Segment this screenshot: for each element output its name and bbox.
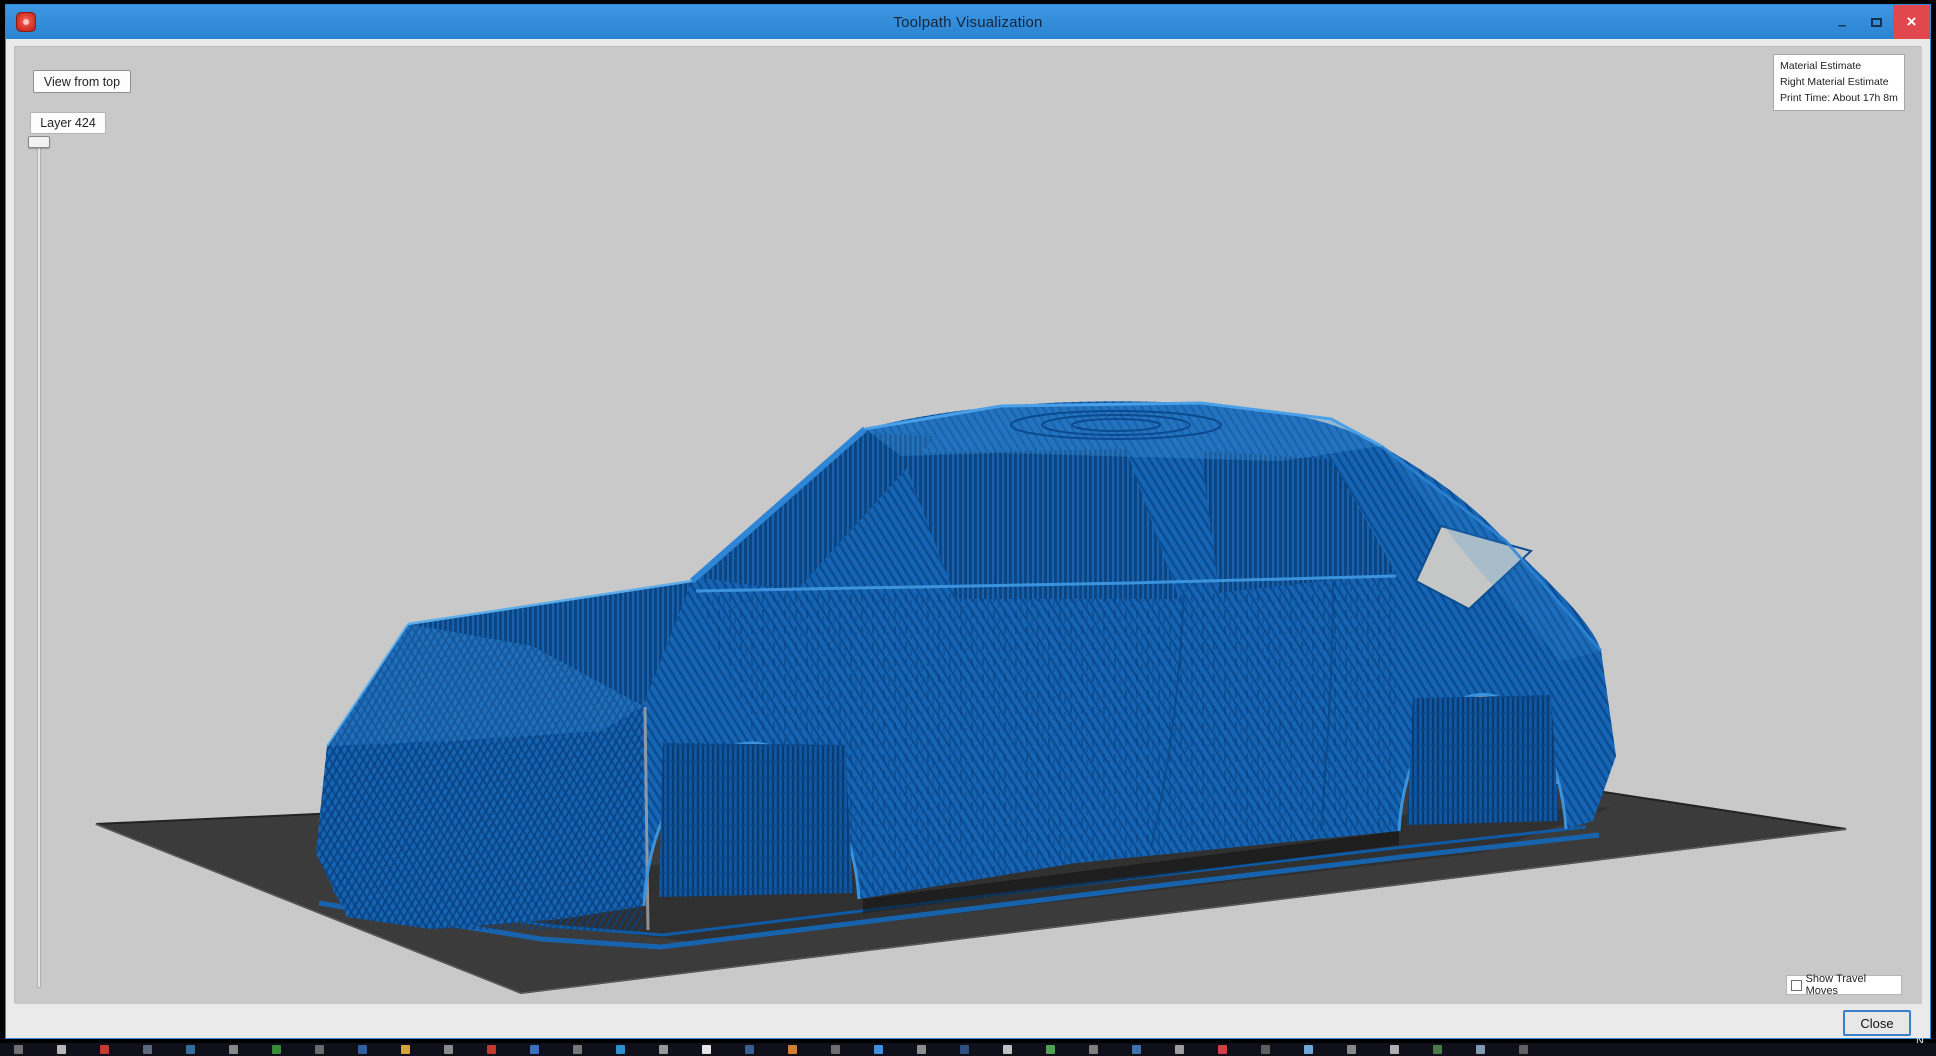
taskbar-icon[interactable] xyxy=(831,1045,840,1054)
taskbar-icon[interactable] xyxy=(229,1045,238,1054)
taskbar-icon[interactable] xyxy=(1132,1045,1141,1054)
taskbar-icon[interactable] xyxy=(960,1045,969,1054)
taskbar-icon[interactable] xyxy=(874,1045,883,1054)
layer-slider-track[interactable] xyxy=(37,142,41,988)
window-title: Toolpath Visualization xyxy=(893,13,1043,31)
minimize-icon: – xyxy=(1837,16,1847,34)
taskbar-icon[interactable] xyxy=(1261,1045,1270,1054)
taskbar-icon[interactable] xyxy=(917,1045,926,1054)
taskbar-icon[interactable] xyxy=(1347,1045,1356,1054)
close-window-button[interactable]: × xyxy=(1893,5,1930,39)
taskbar-icon[interactable] xyxy=(143,1045,152,1054)
taskbar-icon[interactable] xyxy=(1433,1045,1442,1054)
front-wheel-support-structure xyxy=(659,743,853,897)
taskbar-icon[interactable] xyxy=(186,1045,195,1054)
taskbar-icon[interactable] xyxy=(358,1045,367,1054)
restore-icon xyxy=(1870,17,1882,27)
taskbar[interactable] xyxy=(0,1043,1936,1056)
close-button-label: Close xyxy=(1860,1015,1894,1031)
desktop: { "window": { "title": "Toolpath Visuali… xyxy=(0,0,1936,1056)
travel-moves-label: Show Travel Moves xyxy=(1805,973,1867,997)
taskbar-icon[interactable] xyxy=(14,1045,23,1054)
taskbar-icon[interactable] xyxy=(1304,1045,1313,1054)
taskbar-icon[interactable] xyxy=(401,1045,410,1054)
taskbar-icon[interactable] xyxy=(100,1045,109,1054)
taskbar-icon[interactable] xyxy=(1175,1045,1184,1054)
taskbar-icon[interactable] xyxy=(57,1045,66,1054)
taskbar-icon[interactable] xyxy=(530,1045,539,1054)
taskbar-icon[interactable] xyxy=(1476,1045,1485,1054)
taskbar-icon[interactable] xyxy=(1390,1045,1399,1054)
titlebar[interactable]: Toolpath Visualization – × xyxy=(6,5,1930,39)
restore-button[interactable] xyxy=(1859,5,1893,39)
taskbar-icon[interactable] xyxy=(1218,1045,1227,1054)
taskbar-icon[interactable] xyxy=(745,1045,754,1054)
taskbar-icon[interactable] xyxy=(315,1045,324,1054)
info-line-right-material: Right Material Estimate xyxy=(1780,75,1889,88)
scene-svg xyxy=(15,47,1922,1004)
taskbar-icon[interactable] xyxy=(573,1045,582,1054)
minimize-button[interactable]: – xyxy=(1825,5,1859,39)
viewport-3d[interactable] xyxy=(14,46,1922,1004)
taskbar-icon[interactable] xyxy=(1089,1045,1098,1054)
taskbar-icon[interactable] xyxy=(616,1045,625,1054)
app-icon xyxy=(16,12,36,32)
show-travel-moves-control[interactable]: Show Travel Moves xyxy=(1786,973,1902,997)
taskbar-icon[interactable] xyxy=(702,1045,711,1054)
taskbar-icon[interactable] xyxy=(788,1045,797,1054)
close-button[interactable]: Close xyxy=(1843,1010,1911,1036)
material-info-panel: Material Estimate Right Material Estimat… xyxy=(1773,54,1905,112)
taskbar-icon[interactable] xyxy=(272,1045,281,1054)
taskbar-icon[interactable] xyxy=(487,1045,496,1054)
caption-buttons: – × xyxy=(1825,5,1930,39)
close-icon: × xyxy=(1906,12,1917,31)
taskbar-icon[interactable] xyxy=(1519,1045,1528,1054)
info-line-material: Material Estimate xyxy=(1780,60,1862,72)
rear-wheel-support-structure xyxy=(1407,695,1559,825)
view-from-top-button[interactable]: View from top xyxy=(33,70,131,93)
taskbar-icon[interactable] xyxy=(1003,1045,1012,1054)
view-from-top-label: View from top xyxy=(43,74,121,89)
layer-slider-handle[interactable] xyxy=(28,136,50,148)
taskbar-icon[interactable] xyxy=(1046,1045,1055,1054)
taskbar-icon[interactable] xyxy=(659,1045,668,1054)
layer-indicator-label: Layer 424 xyxy=(40,116,96,130)
travel-moves-checkbox[interactable] xyxy=(1791,979,1802,991)
layer-indicator: Layer 424 xyxy=(30,112,106,134)
info-line-print-time: Print Time: About 17h 8m xyxy=(1780,91,1898,104)
taskbar-icon[interactable] xyxy=(444,1045,453,1054)
